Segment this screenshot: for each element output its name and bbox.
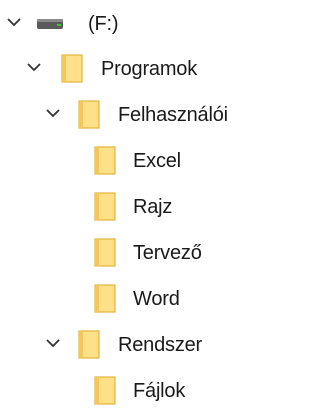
- tree-item-excel[interactable]: Excel: [0, 140, 248, 180]
- chevron-down-icon[interactable]: [46, 337, 60, 349]
- tree-item-drive-f[interactable]: (F:): [0, 3, 248, 43]
- tree-item-label: Excel: [133, 150, 181, 172]
- folder-icon: [78, 100, 100, 129]
- tree-item-rendszer[interactable]: Rendszer: [0, 324, 248, 364]
- folder-icon: [94, 146, 116, 175]
- tree-item-label: Programok: [101, 58, 198, 80]
- tree-item-label: Word: [133, 288, 180, 310]
- tree-item-fajlok[interactable]: Fájlok: [0, 370, 248, 410]
- tree-item-word[interactable]: Word: [0, 278, 248, 318]
- tree-item-tervezo[interactable]: Tervező: [0, 232, 248, 272]
- folder-tree: (F:) Programok Felhasználói Excel Rajz T…: [0, 0, 248, 419]
- tree-item-label: Rajz: [133, 196, 173, 218]
- folder-icon: [61, 54, 83, 83]
- folder-icon: [94, 192, 116, 221]
- tree-item-label: Tervező: [133, 242, 202, 264]
- drive-icon: [36, 17, 64, 31]
- tree-item-rajz[interactable]: Rajz: [0, 186, 248, 226]
- chevron-down-icon[interactable]: [46, 107, 60, 119]
- chevron-down-icon[interactable]: [27, 61, 41, 73]
- tree-item-felhasznaloi[interactable]: Felhasználói: [0, 94, 248, 134]
- tree-item-programok[interactable]: Programok: [0, 48, 248, 88]
- folder-icon: [94, 284, 116, 313]
- folder-icon: [94, 376, 116, 405]
- chevron-down-icon[interactable]: [7, 16, 21, 28]
- tree-item-label: Rendszer: [118, 334, 202, 356]
- folder-icon: [78, 330, 100, 359]
- tree-item-label: Fájlok: [133, 380, 186, 402]
- tree-item-label: Felhasználói: [118, 104, 228, 126]
- folder-icon: [94, 238, 116, 267]
- tree-item-label: (F:): [88, 13, 119, 35]
